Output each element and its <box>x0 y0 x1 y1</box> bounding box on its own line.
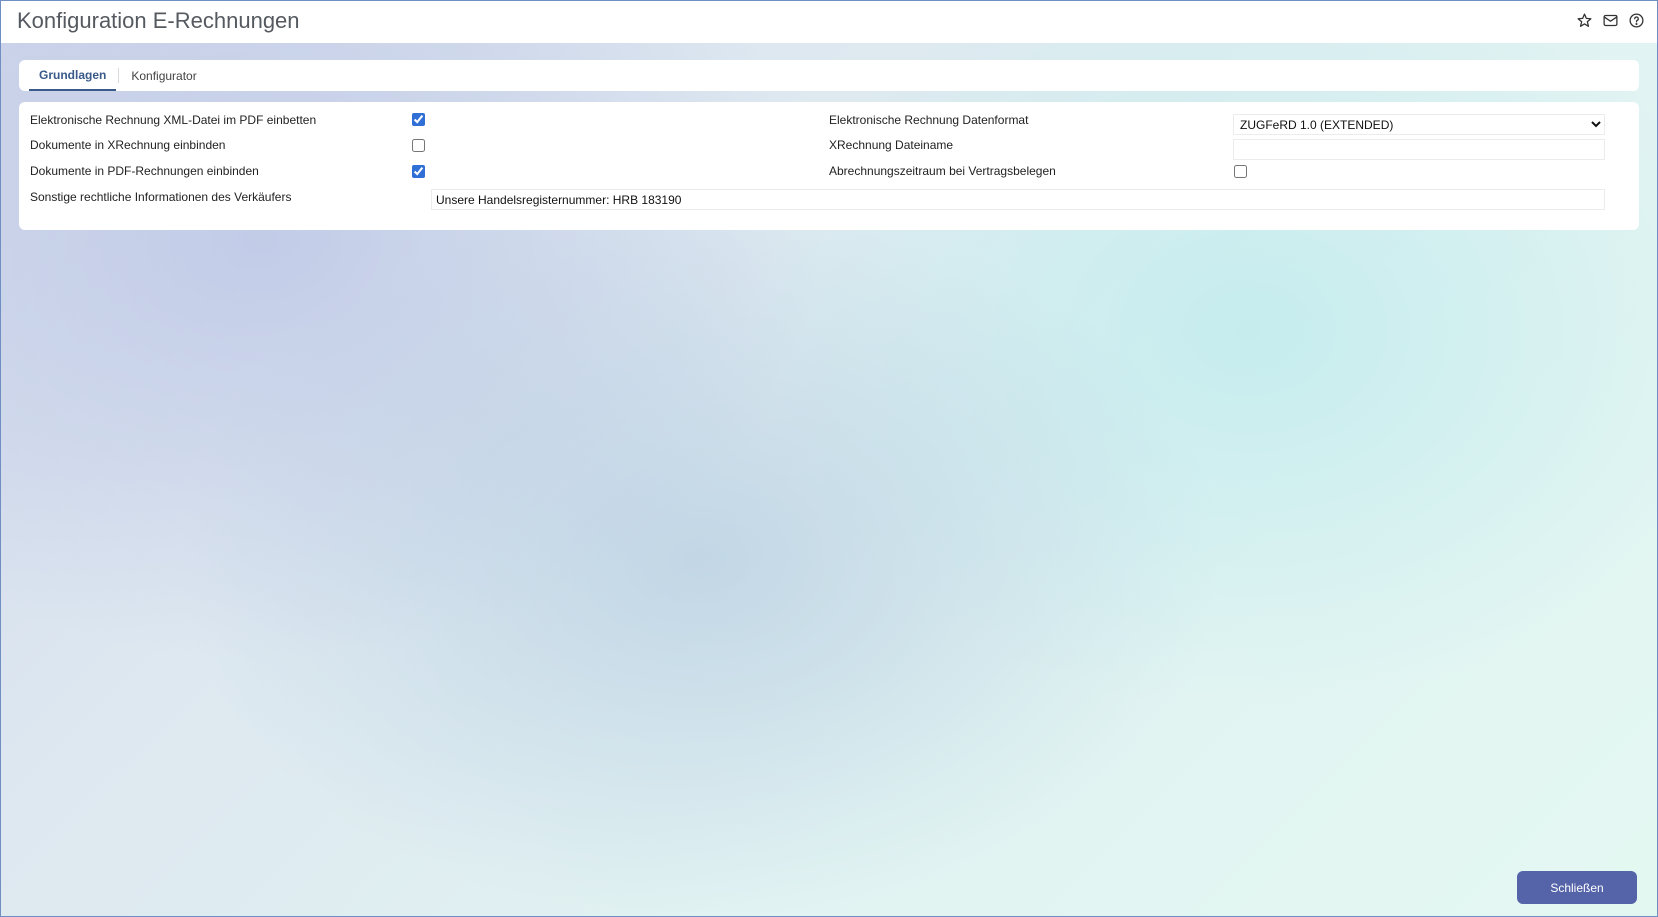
data-format-select[interactable]: ZUGFeRD 1.0 (EXTENDED) <box>1233 114 1605 135</box>
tab-divider <box>118 68 120 83</box>
tab-konfigurator[interactable]: Konfigurator <box>121 60 206 91</box>
xrechnung-docs-checkbox[interactable] <box>412 139 425 152</box>
xrechnung-docs-label: Dokumente in XRechnung einbinden <box>30 138 226 152</box>
close-button[interactable]: Schließen <box>1517 871 1637 904</box>
page-title: Konfiguration E-Rechnungen <box>17 8 300 33</box>
legal-info-input[interactable] <box>431 189 1605 210</box>
pdf-docs-checkbox[interactable] <box>412 165 425 178</box>
help-icon[interactable] <box>1628 12 1645 29</box>
data-format-label: Elektronische Rechnung Datenformat <box>829 113 1029 127</box>
filename-label: XRechnung Dateiname <box>829 138 954 152</box>
title-bar: Konfiguration E-Rechnungen <box>1 1 1657 43</box>
billing-period-checkbox[interactable] <box>1234 165 1247 178</box>
filename-input[interactable] <box>1233 139 1605 160</box>
star-icon[interactable] <box>1576 12 1593 29</box>
billing-period-label: Abrechnungszeitraum bei Vertragsbelegen <box>829 164 1056 178</box>
settings-panel: Elektronische Rechnung XML-Datei im PDF … <box>19 102 1639 230</box>
pdf-docs-label: Dokumente in PDF-Rechnungen einbinden <box>30 164 259 178</box>
header-actions <box>1576 12 1645 29</box>
legal-info-label: Sonstige rechtliche Informationen des Ve… <box>30 190 292 204</box>
mail-icon[interactable] <box>1602 12 1619 29</box>
embed-xml-label: Elektronische Rechnung XML-Datei im PDF … <box>30 113 317 127</box>
embed-xml-checkbox[interactable] <box>412 113 425 126</box>
tab-bar: Grundlagen Konfigurator <box>19 60 1639 91</box>
tab-grundlagen[interactable]: Grundlagen <box>29 60 117 91</box>
